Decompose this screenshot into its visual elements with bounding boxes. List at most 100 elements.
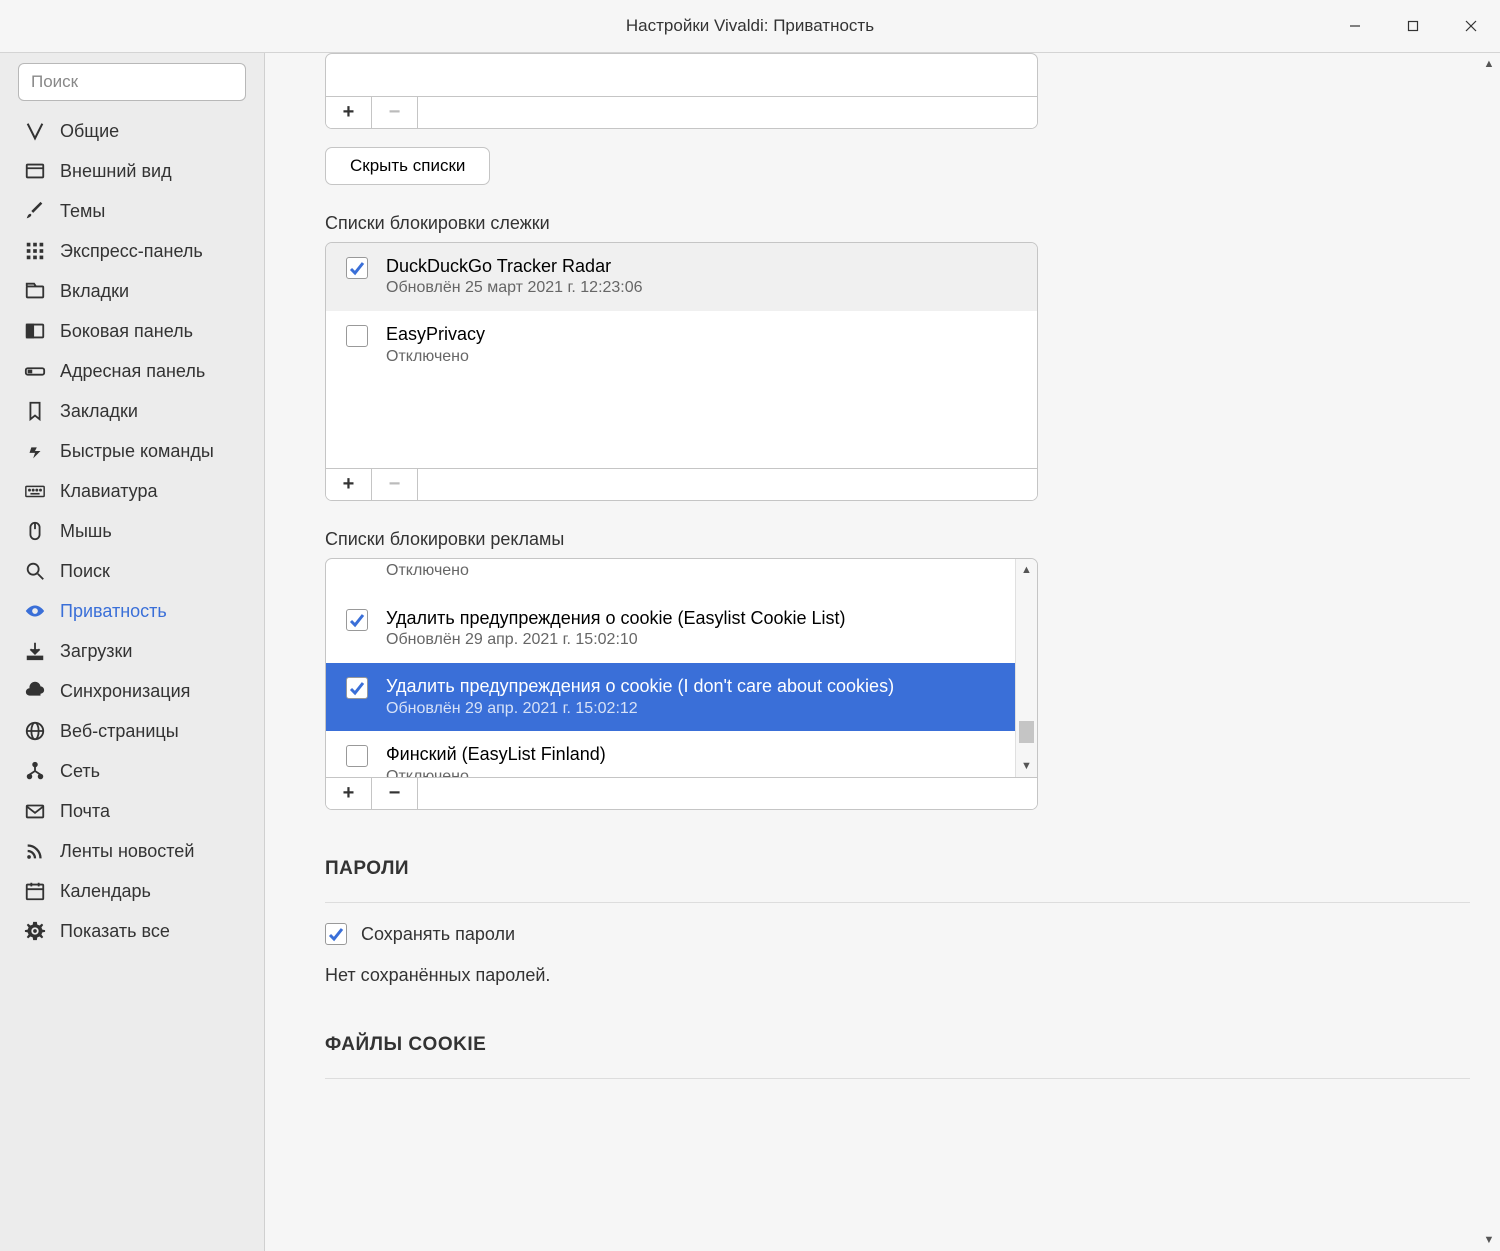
sidebar-item-speed-dial[interactable]: Экспресс-панель [0, 231, 264, 271]
save-passwords-label: Сохранять пароли [361, 924, 515, 945]
bookmark-icon [24, 400, 46, 422]
list-item-subtitle: Отключено [386, 347, 1017, 368]
sidebar-item-sync[interactable]: Синхронизация [0, 671, 264, 711]
ad-list-item[interactable]: Финский (EasyList Finland) Отключено [326, 731, 1015, 777]
keyboard-icon [24, 480, 46, 502]
cookies-heading: ФАЙЛЫ COOKIE [325, 1034, 1470, 1056]
sidebar-item-general[interactable]: Общие [0, 111, 264, 151]
scroll-thumb[interactable] [1019, 721, 1034, 743]
sidebar-item-quick-commands[interactable]: Быстрые команды [0, 431, 264, 471]
add-source-button[interactable]: + [326, 97, 372, 128]
network-icon [24, 760, 46, 782]
scroll-down-icon[interactable]: ▼ [1478, 1229, 1500, 1251]
ad-list-body: Отключено Удалить предупреждения о cooki… [326, 559, 1037, 777]
checkbox[interactable] [346, 257, 368, 279]
source-url-input[interactable] [418, 97, 1037, 128]
minimize-button[interactable] [1326, 0, 1384, 52]
sidebar-item-label: Синхронизация [60, 681, 190, 702]
ad-list-item[interactable]: Отключено [326, 559, 1015, 595]
search-input[interactable] [18, 63, 246, 101]
list-item-subtitle: Обновлён 29 апр. 2021 г. 15:02:12 [386, 699, 995, 720]
sidebar-item-label: Закладки [60, 401, 138, 422]
download-icon [24, 640, 46, 662]
list-item-subtitle: Обновлён 29 апр. 2021 г. 15:02:10 [386, 630, 995, 651]
ad-list-item[interactable]: Удалить предупреждения о cookie (Easylis… [326, 595, 1015, 663]
sidebar-item-bookmarks[interactable]: Закладки [0, 391, 264, 431]
sidebar-item-label: Загрузки [60, 641, 132, 662]
main-scrollbar[interactable]: ▲ ▼ [1478, 53, 1500, 1251]
sidebar-item-panel[interactable]: Боковая панель [0, 311, 264, 351]
scroll-track[interactable] [1478, 75, 1500, 1229]
mouse-icon [24, 520, 46, 542]
sidebar-item-show-all[interactable]: Показать все [0, 911, 264, 951]
tracker-list-item[interactable]: EasyPrivacy Отключено [326, 311, 1037, 379]
checkbox[interactable] [346, 677, 368, 699]
sidebar-item-network[interactable]: Сеть [0, 751, 264, 791]
sidebar-item-label: Показать все [60, 921, 170, 942]
ad-list-item[interactable]: Удалить предупреждения о cookie (I don't… [326, 663, 1015, 731]
brush-icon [24, 200, 46, 222]
sidebar-item-mail[interactable]: Почта [0, 791, 264, 831]
sidebar-item-label: Ленты новостей [60, 841, 194, 862]
hide-lists-button[interactable]: Скрыть списки [325, 147, 490, 185]
source-list-body[interactable] [326, 54, 1037, 96]
sidebar-item-themes[interactable]: Темы [0, 191, 264, 231]
checkbox[interactable] [346, 609, 368, 631]
sidebar-item-label: Экспресс-панель [60, 241, 203, 262]
sidebar-item-label: Веб-страницы [60, 721, 179, 742]
scroll-down-icon[interactable]: ▼ [1016, 755, 1037, 777]
calendar-icon [24, 880, 46, 902]
titlebar: Настройки Vivaldi: Приватность [0, 0, 1500, 52]
gear-icon [24, 920, 46, 942]
save-passwords-row[interactable]: Сохранять пароли [325, 923, 1470, 945]
quick-icon [24, 440, 46, 462]
sidebar-item-tabs[interactable]: Вкладки [0, 271, 264, 311]
remove-tracker-button: − [372, 469, 418, 500]
sidebar-item-feeds[interactable]: Ленты новостей [0, 831, 264, 871]
checkbox[interactable] [346, 325, 368, 347]
list-item-subtitle: Отключено [386, 561, 995, 582]
checkbox[interactable] [346, 745, 368, 767]
divider [325, 1078, 1470, 1079]
scroll-up-icon[interactable]: ▲ [1016, 559, 1037, 581]
list-item-subtitle: Обновлён 25 март 2021 г. 12:23:06 [386, 278, 1017, 299]
maximize-button[interactable] [1384, 0, 1442, 52]
sidebar-item-label: Поиск [60, 561, 110, 582]
list-item-title: DuckDuckGo Tracker Radar [386, 255, 1017, 278]
content-area: + − Скрыть списки Списки блокировки слеж… [265, 53, 1500, 1251]
sidebar-item-mouse[interactable]: Мышь [0, 511, 264, 551]
scroll-up-icon[interactable]: ▲ [1478, 53, 1500, 75]
sidebar-item-label: Приватность [60, 601, 167, 622]
checkbox[interactable] [325, 923, 347, 945]
add-tracker-button[interactable]: + [326, 469, 372, 500]
sidebar-item-downloads[interactable]: Загрузки [0, 631, 264, 671]
tracker-url-input[interactable] [418, 469, 1037, 500]
close-button[interactable] [1442, 0, 1500, 52]
globe-icon [24, 720, 46, 742]
sidebar-item-keyboard[interactable]: Клавиатура [0, 471, 264, 511]
tab-icon [24, 280, 46, 302]
sidebar-item-appearance[interactable]: Внешний вид [0, 151, 264, 191]
tracker-list-item[interactable]: DuckDuckGo Tracker Radar Обновлён 25 мар… [326, 243, 1037, 311]
remove-ad-button[interactable]: − [372, 778, 418, 809]
mail-icon [24, 800, 46, 822]
cloud-icon [24, 680, 46, 702]
ad-list-scrollbar[interactable]: ▲ ▼ [1015, 559, 1037, 777]
sidebar-item-address-bar[interactable]: Адресная панель [0, 351, 264, 391]
sidebar-item-label: Мышь [60, 521, 112, 542]
search-box [18, 63, 246, 101]
tracker-list-box: DuckDuckGo Tracker Radar Обновлён 25 мар… [325, 242, 1038, 501]
addressbar-icon [24, 360, 46, 382]
sidebar-item-calendar[interactable]: Календарь [0, 871, 264, 911]
panel-icon [24, 320, 46, 342]
sidebar-item-label: Календарь [60, 881, 151, 902]
sidebar-item-privacy[interactable]: Приватность [0, 591, 264, 631]
tracker-list-body: DuckDuckGo Tracker Radar Обновлён 25 мар… [326, 243, 1037, 468]
vivaldi-icon [24, 120, 46, 142]
add-ad-button[interactable]: + [326, 778, 372, 809]
list-item-subtitle: Отключено [386, 767, 995, 777]
scroll-track[interactable] [1016, 581, 1037, 755]
sidebar-item-webpages[interactable]: Веб-страницы [0, 711, 264, 751]
sidebar-item-search[interactable]: Поиск [0, 551, 264, 591]
ad-url-input[interactable] [418, 778, 1037, 809]
